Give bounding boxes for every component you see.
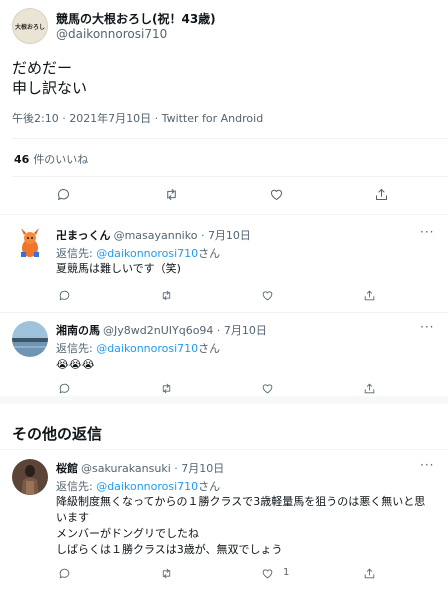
retweet-icon[interactable] <box>158 380 175 397</box>
reply-to-link[interactable]: @daikonnorosi710 <box>96 480 198 493</box>
reply-author-name[interactable]: 卍まっくん <box>56 229 111 242</box>
reply-to-link[interactable]: @daikonnorosi710 <box>96 342 198 355</box>
reply-author[interactable]: 湘南の馬 @Jy8wd2nUIYq6o94 · 7月10日 <box>56 322 267 338</box>
reply-author[interactable]: 桜館 @sakurakansuki · 7月10日 <box>56 460 224 476</box>
share-icon[interactable] <box>361 287 378 304</box>
reply-icon[interactable] <box>56 287 73 304</box>
reply-author-name[interactable]: 桜館 <box>56 462 78 475</box>
share-icon[interactable] <box>361 565 378 582</box>
reply-author-handle[interactable]: @sakurakansuki · 7月10日 <box>81 462 224 475</box>
more-icon[interactable]: ··· <box>420 458 434 472</box>
likes-count: 46 <box>14 153 30 166</box>
reply-avatar[interactable] <box>12 321 48 357</box>
reply-to-suffix: さん <box>198 480 221 493</box>
reply-text: 😭😭😭 <box>56 358 95 371</box>
more-icon[interactable]: ··· <box>420 225 434 239</box>
reply-icon[interactable] <box>55 186 72 203</box>
more-icon[interactable]: ··· <box>420 320 434 334</box>
like-icon[interactable] <box>259 380 276 397</box>
reply-icon[interactable] <box>56 380 73 397</box>
author-avatar[interactable]: 大根おろし <box>12 8 48 44</box>
sea-photo-image <box>12 321 48 357</box>
divider <box>0 449 448 450</box>
retweet-icon[interactable] <box>163 186 180 203</box>
reply-to-prefix: 返信先: <box>56 342 97 355</box>
reply-to: 返信先: @daikonnorosi710さん <box>56 245 220 261</box>
reply-author-handle[interactable]: @Jy8wd2nUIYq6o94 · 7月10日 <box>103 324 267 337</box>
reply-text: 夏競馬は難しいです（笑) <box>56 262 181 275</box>
retweet-icon[interactable] <box>158 287 175 304</box>
tweet-meta[interactable]: 午後2:10 · 2021年7月10日 · Twitter for Androi… <box>12 110 263 126</box>
share-icon[interactable] <box>373 186 390 203</box>
person-photo-image <box>12 459 48 495</box>
likes-label: 件のいいね <box>33 153 89 166</box>
reply-to-suffix: さん <box>198 247 221 260</box>
author-name[interactable]: 競馬の大根おろし(祝！43歳) <box>56 10 216 27</box>
author-handle[interactable]: @daikonnorosi710 <box>56 27 167 41</box>
like-icon[interactable] <box>259 565 276 582</box>
section-separator <box>0 396 448 404</box>
reply-to: 返信先: @daikonnorosi710さん <box>56 340 220 356</box>
reply-author[interactable]: 卍まっくん @masayanniko · 7月10日 <box>56 227 251 243</box>
tweet-text: だめだー 申し訳ない <box>12 59 88 97</box>
reply-to-suffix: さん <box>198 342 221 355</box>
reply-to-prefix: 返信先: <box>56 480 97 493</box>
like-count: 1 <box>283 567 290 578</box>
reply-author-handle[interactable]: @masayanniko · 7月10日 <box>114 229 251 242</box>
divider <box>12 176 448 177</box>
orange-mascot-image <box>21 228 39 257</box>
likes-summary[interactable]: 46 件のいいね <box>14 151 88 167</box>
reply-avatar[interactable] <box>12 459 48 495</box>
reply-text: 降級制度無くなってからの１勝クラスで3歳軽量馬を狙うのは悪く無いと思います メン… <box>56 495 426 556</box>
divider <box>0 312 448 313</box>
reply-icon[interactable] <box>56 565 73 582</box>
avatar-label: 大根おろし <box>14 23 45 31</box>
divider <box>0 214 448 215</box>
reply-to-link[interactable]: @daikonnorosi710 <box>96 247 198 260</box>
section-title: その他の返信 <box>12 425 103 443</box>
reply-to: 返信先: @daikonnorosi710さん <box>56 478 220 494</box>
reply-to-prefix: 返信先: <box>56 247 97 260</box>
like-icon[interactable] <box>259 287 276 304</box>
share-icon[interactable] <box>361 380 378 397</box>
retweet-icon[interactable] <box>158 565 175 582</box>
reply-avatar[interactable] <box>12 226 48 262</box>
reply-author-name[interactable]: 湘南の馬 <box>56 324 100 337</box>
divider <box>12 138 448 139</box>
like-icon[interactable] <box>268 186 285 203</box>
